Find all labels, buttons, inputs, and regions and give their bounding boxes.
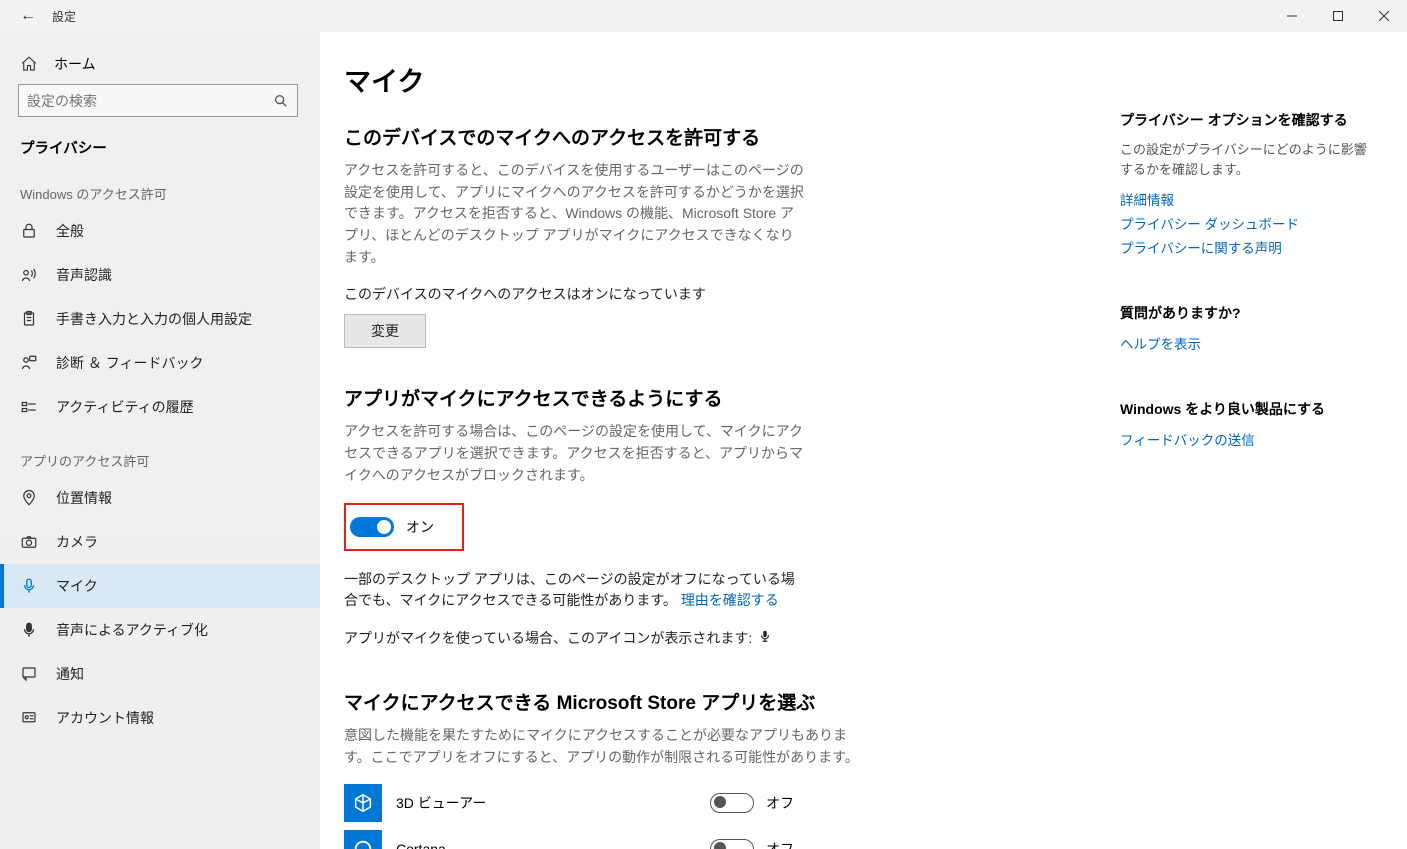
- rail-heading-improve: Windows をより良い製品にする: [1120, 399, 1368, 419]
- activity-icon: [20, 398, 38, 416]
- sidebar-item-label: 通知: [56, 664, 84, 684]
- sidebar-group-app-permissions: アプリのアクセス許可: [0, 443, 320, 476]
- section-heading-device-access: このデバイスでのマイクへのアクセスを許可する: [344, 123, 1096, 150]
- titlebar: ← 設定: [0, 0, 1407, 32]
- section-heading-app-access: アプリがマイクにアクセスできるようにする: [344, 384, 1096, 411]
- sidebar-item-label: カメラ: [56, 532, 98, 552]
- sidebar-home-label: ホーム: [54, 54, 96, 74]
- rail-heading-questions: 質問がありますか?: [1120, 303, 1368, 323]
- sidebar-item-label: アカウント情報: [56, 708, 154, 728]
- search-input[interactable]: [18, 84, 298, 117]
- feedback-icon: [20, 354, 38, 372]
- section-desc: アクセスを許可すると、このデバイスを使用するユーザーはこのページの設定を使用して…: [344, 160, 804, 268]
- desktop-apps-note: 一部のデスクトップ アプリは、このページの設定がオフになっている場合でも、マイク…: [344, 569, 804, 612]
- location-icon: [20, 489, 38, 507]
- learn-why-link[interactable]: 理由を確認する: [681, 592, 779, 608]
- sidebar-current-category[interactable]: プライバシー: [0, 127, 320, 176]
- app-toggle-3d-viewer[interactable]: [710, 793, 754, 813]
- app-name: Cortana: [396, 841, 696, 849]
- link-more-info[interactable]: 詳細情報: [1120, 189, 1368, 209]
- sidebar-item-label: マイク: [56, 576, 98, 596]
- close-button[interactable]: [1361, 0, 1407, 32]
- rail-heading-privacy-options: プライバシー オプションを確認する: [1120, 110, 1368, 130]
- search-field[interactable]: [27, 93, 273, 109]
- sidebar-item-label: 音声認識: [56, 265, 112, 285]
- sidebar-item-voice-activation[interactable]: 音声によるアクティブ化: [0, 608, 320, 652]
- app-icon-3d-viewer: [344, 784, 382, 822]
- sidebar-item-location[interactable]: 位置情報: [0, 476, 320, 520]
- right-rail: プライバシー オプションを確認する この設定がプライバシーにどのように影響するか…: [1120, 32, 1380, 849]
- section-desc: アクセスを許可する場合は、このページの設定を使用して、マイクにアクセスできるアプ…: [344, 421, 804, 486]
- section-heading-store-apps: マイクにアクセスできる Microsoft Store アプリを選ぶ: [344, 688, 1096, 715]
- speech-icon: [20, 266, 38, 284]
- sidebar-item-diagnostics[interactable]: 診断 ＆ フィードバック: [0, 341, 320, 385]
- window-title: 設定: [52, 8, 76, 25]
- toggle-label: オフ: [766, 839, 794, 849]
- link-privacy-dashboard[interactable]: プライバシー ダッシュボード: [1120, 213, 1368, 233]
- main-content: マイク このデバイスでのマイクへのアクセスを許可する アクセスを許可すると、この…: [320, 32, 1120, 849]
- rail-desc: この設定がプライバシーにどのように影響するかを確認します。: [1120, 140, 1368, 179]
- camera-icon: [20, 533, 38, 551]
- sidebar-item-account-info[interactable]: アカウント情報: [0, 696, 320, 740]
- sidebar-item-notifications[interactable]: 通知: [0, 652, 320, 696]
- voice-activation-icon: [20, 621, 38, 639]
- sidebar-item-microphone[interactable]: マイク: [0, 564, 320, 608]
- notifications-icon: [20, 665, 38, 683]
- mic-in-use-indicator-text: アプリがマイクを使っている場合、このアイコンが表示されます:: [344, 628, 1096, 648]
- app-row-3d-viewer: 3D ビューアー オフ: [344, 784, 1096, 822]
- toggle-label: オン: [406, 517, 434, 537]
- sidebar-item-label: 診断 ＆ フィードバック: [56, 353, 204, 373]
- lock-icon: [20, 222, 38, 240]
- sidebar-group-windows-permissions: Windows のアクセス許可: [0, 176, 320, 209]
- link-send-feedback[interactable]: フィードバックの送信: [1120, 429, 1368, 449]
- minimize-button[interactable]: [1269, 0, 1315, 32]
- app-icon-cortana: [344, 830, 382, 849]
- section-desc: 意図した機能を果たすためにマイクにアクセスすることが必要なアプリもあります。ここ…: [344, 725, 864, 768]
- account-icon: [20, 709, 38, 727]
- sidebar-item-label: 位置情報: [56, 488, 112, 508]
- change-button[interactable]: 変更: [344, 314, 426, 348]
- clipboard-icon: [20, 310, 38, 328]
- sidebar-item-home[interactable]: ホーム: [0, 44, 320, 84]
- sidebar: ホーム プライバシー Windows のアクセス許可 全般 音声認識 手書き入力…: [0, 32, 320, 849]
- sidebar-item-inking[interactable]: 手書き入力と入力の個人用設定: [0, 297, 320, 341]
- sidebar-item-label: 手書き入力と入力の個人用設定: [56, 309, 252, 329]
- microphone-indicator-icon: [758, 629, 772, 646]
- app-row-cortana: Cortana オフ: [344, 830, 1096, 849]
- sidebar-item-speech[interactable]: 音声認識: [0, 253, 320, 297]
- link-privacy-statement[interactable]: プライバシーに関する声明: [1120, 237, 1368, 257]
- microphone-icon: [20, 577, 38, 595]
- sidebar-item-label: アクティビティの履歴: [56, 397, 194, 417]
- search-icon: [273, 93, 289, 109]
- sidebar-item-general[interactable]: 全般: [0, 209, 320, 253]
- app-name: 3D ビューアー: [396, 793, 696, 813]
- device-access-status: このデバイスのマイクへのアクセスはオンになっています: [344, 284, 1096, 304]
- link-get-help[interactable]: ヘルプを表示: [1120, 333, 1368, 353]
- home-icon: [20, 55, 38, 73]
- highlight-box: オン: [344, 503, 464, 551]
- sidebar-item-activity[interactable]: アクティビティの履歴: [0, 385, 320, 429]
- app-access-toggle[interactable]: [350, 517, 394, 537]
- sidebar-item-camera[interactable]: カメラ: [0, 520, 320, 564]
- back-button[interactable]: ←: [8, 7, 48, 25]
- sidebar-item-label: 音声によるアクティブ化: [56, 620, 208, 640]
- sidebar-item-label: 全般: [56, 221, 84, 241]
- maximize-button[interactable]: [1315, 0, 1361, 32]
- toggle-label: オフ: [766, 793, 794, 813]
- app-toggle-cortana[interactable]: [710, 839, 754, 849]
- page-title: マイク: [344, 60, 1096, 99]
